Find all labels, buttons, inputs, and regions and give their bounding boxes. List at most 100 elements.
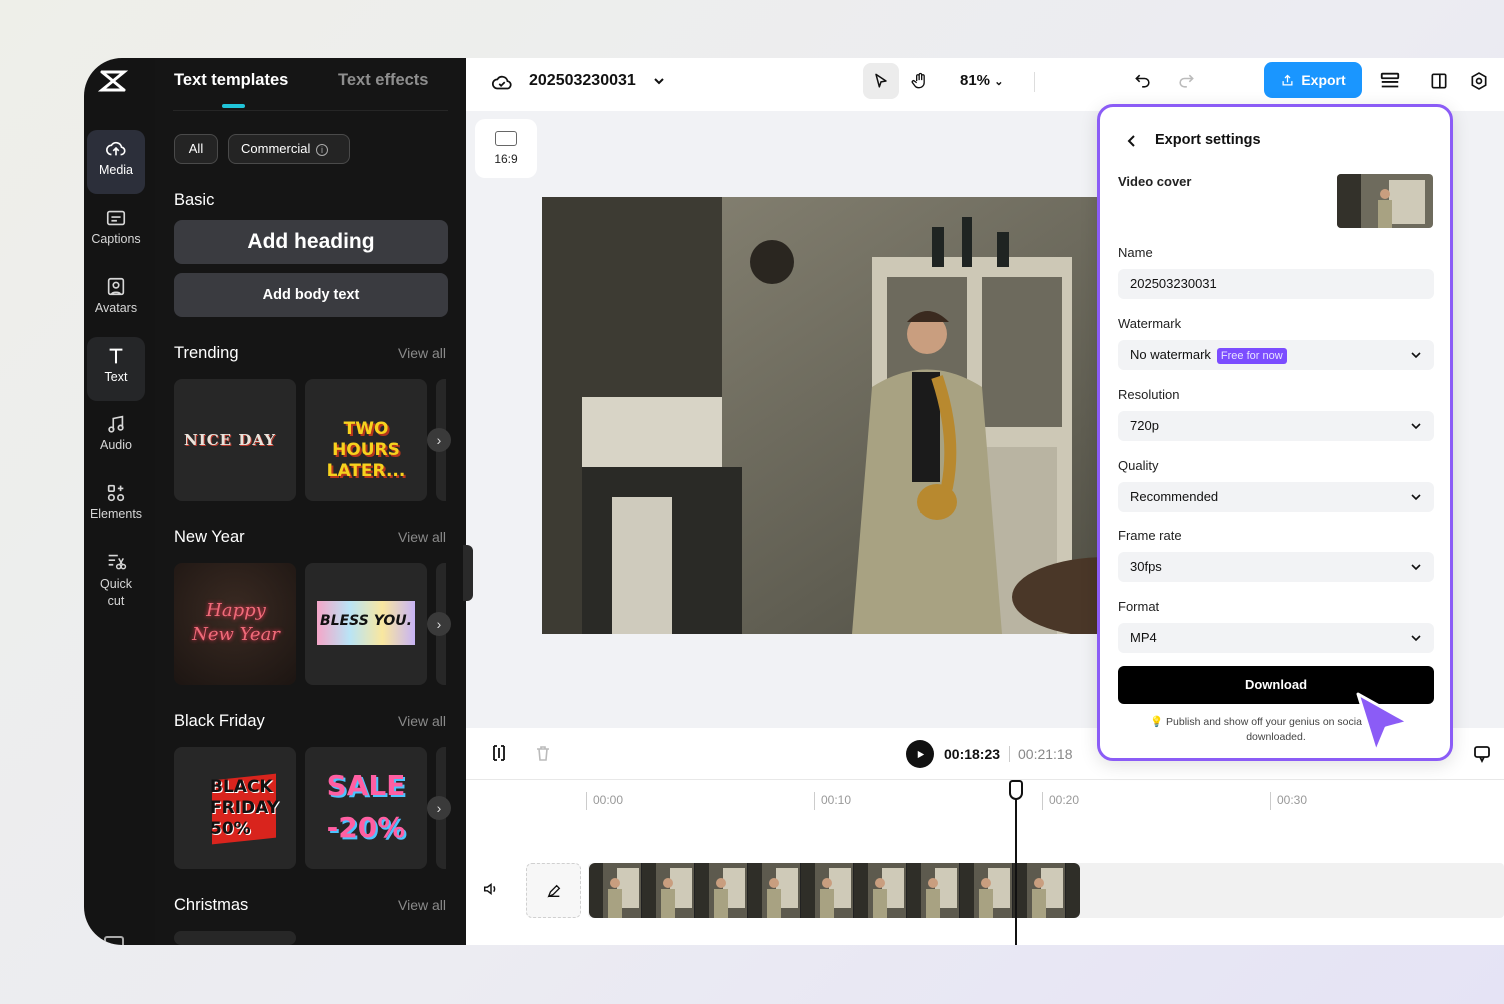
sidebar-item-label: Audio (100, 438, 132, 452)
current-time: 00:18:23 (944, 746, 1001, 762)
panel-collapse-handle[interactable] (463, 545, 473, 601)
template-card-two-hours-later[interactable]: TWO HOURS LATER... (305, 379, 427, 501)
elements-icon (107, 484, 125, 502)
filter-all[interactable]: All (174, 134, 218, 164)
total-time: 00:21:18 (1018, 746, 1073, 762)
view-all-black-friday[interactable]: View all (398, 713, 446, 729)
text-icon (109, 348, 123, 364)
chevron-down-icon (1411, 494, 1421, 501)
template-card-nice-day[interactable]: NICE DAY (174, 379, 296, 501)
chevron-right-icon[interactable]: › (427, 796, 451, 820)
filter-commercial[interactable]: Commercial i (228, 134, 350, 164)
tab-text-templates[interactable]: Text templates (174, 71, 288, 90)
comment-icon[interactable] (1472, 744, 1492, 764)
sidebar-item-captions[interactable]: Captions (87, 199, 145, 263)
layers-icon[interactable] (1372, 63, 1408, 99)
sidebar-item-avatars[interactable]: Avatars (87, 268, 145, 332)
more-icon[interactable] (104, 936, 124, 945)
divider (1034, 72, 1035, 92)
chevron-right-icon[interactable]: › (427, 428, 451, 452)
name-field[interactable]: 202503230031 (1118, 269, 1434, 299)
zoom-level[interactable]: 81% ⌄ (960, 72, 1003, 89)
view-all-trending[interactable]: View all (398, 345, 446, 361)
ruler-label: 00:20 (1042, 792, 1079, 810)
upload-icon (1282, 74, 1293, 85)
quality-value: Recommended (1130, 489, 1219, 504)
undo-icon[interactable] (1125, 63, 1161, 99)
sidebar-item-label: Quick cut (100, 577, 132, 608)
template-card-black-friday[interactable]: BLACK FRIDAY 50% (174, 747, 296, 869)
redo-icon[interactable] (1168, 63, 1204, 99)
info-icon: i (315, 143, 328, 156)
cloud-sync-icon[interactable] (491, 72, 513, 94)
lightbulb-icon: 💡 (1150, 716, 1164, 728)
watermark-select[interactable]: No watermark Free for now (1118, 340, 1434, 370)
cover-image (1337, 174, 1433, 228)
export-settings-dialog: Export settings Video cover Name 2025032… (1097, 104, 1453, 761)
settings-icon[interactable] (1461, 63, 1497, 99)
sidebar-item-label: Captions (91, 232, 141, 246)
video-clip[interactable] (589, 863, 1080, 918)
add-heading-button[interactable]: Add heading (174, 220, 448, 264)
quality-select[interactable]: Recommended (1118, 482, 1434, 512)
sidebar-item-elements[interactable]: Elements (87, 474, 145, 538)
pencil-icon (546, 884, 560, 898)
chevron-down-icon (1411, 423, 1421, 430)
clip-thumbnails (589, 863, 1080, 918)
capcut-logo-icon[interactable] (97, 66, 129, 96)
ruler-label: 00:00 (586, 792, 623, 810)
tab-indicator (222, 104, 245, 108)
export-button[interactable]: Export (1264, 62, 1362, 98)
play-button[interactable] (906, 740, 934, 768)
template-card-christmas[interactable] (174, 931, 296, 945)
sidebar-item-text[interactable]: Text (87, 337, 145, 401)
sidebar-item-quick-cut[interactable]: Quick cut (87, 543, 145, 617)
view-all-new-year[interactable]: View all (398, 529, 446, 545)
template-card-text: SALE -20% (326, 769, 406, 844)
aspect-ratio-button[interactable]: 16:9 (475, 119, 537, 178)
playhead[interactable] (1015, 782, 1017, 945)
add-body-text-button[interactable]: Add body text (174, 273, 448, 317)
chevron-down-icon (1411, 564, 1421, 571)
edit-track-button[interactable] (526, 863, 581, 918)
chevron-down-icon (1411, 352, 1421, 359)
ruler-label: 00:10 (814, 792, 851, 810)
resolution-select[interactable]: 720p (1118, 411, 1434, 441)
free-badge: Free for now (1216, 347, 1287, 364)
sidebar-item-media[interactable]: Media (87, 130, 145, 194)
nav-rail: Media Captions Avatars Text Audio Elemen… (84, 58, 155, 945)
select-tool-icon[interactable] (863, 63, 899, 99)
template-card-bless-you[interactable]: BLESS YOU. (305, 563, 427, 685)
music-note-icon (108, 415, 124, 433)
section-title-black-friday: Black Friday (174, 712, 265, 730)
hand-tool-icon[interactable] (902, 63, 938, 99)
avatar-icon (107, 277, 125, 296)
template-card-happy-new-year[interactable]: Happy New Year (174, 563, 296, 685)
project-name[interactable]: 202503230031 (529, 72, 636, 90)
split-icon[interactable] (490, 744, 508, 762)
video-cover-thumbnail[interactable] (1337, 174, 1433, 228)
volume-icon[interactable] (482, 880, 502, 900)
template-card-sale[interactable]: SALE -20% (305, 747, 427, 869)
split-view-icon[interactable] (1421, 63, 1457, 99)
template-card-text: BLACK FRIDAY 50% (210, 777, 279, 839)
template-card-text: Happy New Year (192, 600, 280, 645)
sidebar-item-audio[interactable]: Audio (87, 405, 145, 469)
resolution-value: 720p (1130, 418, 1159, 433)
video-cover-label: Video cover (1118, 174, 1192, 189)
view-all-christmas[interactable]: View all (398, 897, 446, 913)
back-chevron-icon[interactable] (1124, 133, 1140, 149)
frame-rate-label: Frame rate (1118, 528, 1182, 543)
note-line2: downloaded. (1246, 731, 1306, 743)
tab-text-effects[interactable]: Text effects (338, 71, 428, 90)
trash-icon[interactable] (534, 744, 552, 762)
chevron-right-icon[interactable]: › (427, 612, 451, 636)
frame-rate-select[interactable]: 30fps (1118, 552, 1434, 582)
sidebar-item-label: Avatars (94, 301, 138, 315)
scissors-icon (108, 554, 127, 570)
watermark-label: Watermark (1118, 316, 1182, 331)
format-select[interactable]: MP4 (1118, 623, 1434, 653)
chevron-down-icon[interactable] (652, 74, 666, 88)
template-card-text: NICE DAY (184, 431, 276, 449)
playhead-handle[interactable] (1009, 780, 1023, 800)
